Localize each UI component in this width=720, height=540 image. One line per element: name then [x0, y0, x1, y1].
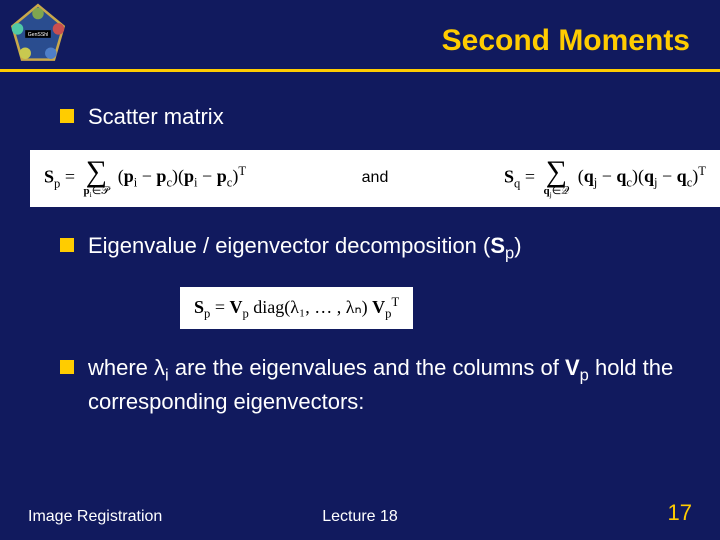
bullet-icon: [60, 360, 74, 374]
eq-symbol: S: [44, 166, 54, 186]
footer-left: Image Registration: [28, 508, 162, 526]
text-subscript: p: [505, 244, 514, 262]
bullet-item: Eigenvalue / eigenvector decomposition (…: [60, 231, 680, 265]
bullet-icon: [60, 109, 74, 123]
slide-title: Second Moments: [442, 24, 690, 58]
eq-symbol: V: [372, 297, 385, 317]
text-fragment: where λ: [88, 355, 165, 380]
slide-content: Scatter matrix Sp = ∑ pi∈𝒫 (pi − pc)(pi …: [0, 72, 720, 416]
bullet-item: where λi are the eigenvalues and the col…: [60, 353, 680, 416]
org-logo: GenSShl: [6, 2, 70, 66]
eq-subscript: p: [54, 176, 60, 190]
eq-symbol: S: [504, 166, 514, 186]
eq-and: and: [362, 169, 389, 187]
slide-header: GenSShl Second Moments: [0, 0, 720, 72]
summation-icon: ∑ qj∈𝒬: [543, 158, 569, 199]
text-symbol: S: [490, 233, 505, 258]
eq-subscript: p: [204, 306, 210, 320]
eq-superscript: T: [391, 295, 399, 309]
eq-symbol: V: [229, 297, 242, 317]
eq-body: (qj − qc)(qj − qc)T: [578, 166, 706, 186]
eq-subscript: q: [514, 176, 520, 190]
eq-diag: diag(λ₁, … , λₙ): [253, 297, 372, 317]
equation-scatter: Sp = ∑ pi∈𝒫 (pi − pc)(pi − pc)T and Sq =…: [30, 150, 720, 207]
eq-body: (pi − pc)(pi − pc)T: [118, 166, 246, 186]
eq-subscript: p: [242, 306, 248, 320]
text-subscript: p: [580, 367, 589, 385]
bullet-text: Eigenvalue / eigenvector decomposition (…: [88, 231, 680, 265]
bullet-item: Scatter matrix: [60, 102, 680, 132]
text-fragment: ): [514, 233, 521, 258]
bullet-icon: [60, 238, 74, 252]
logo-text: GenSShl: [28, 32, 48, 38]
text-symbol: V: [565, 355, 580, 380]
slide-footer: Image Registration Lecture 18 17: [0, 500, 720, 526]
equation-eigen: Sp = Vp diag(λ₁, … , λₙ) VpT: [180, 287, 413, 330]
eq-equals: =: [525, 166, 540, 186]
eq-symbol: S: [194, 297, 204, 317]
page-number: 17: [668, 500, 692, 526]
eq-equals: =: [215, 297, 230, 317]
summation-icon: ∑ pi∈𝒫: [83, 158, 109, 199]
bullet-text: Scatter matrix: [88, 102, 680, 132]
eq-equals: =: [65, 166, 80, 186]
text-fragment: Eigenvalue / eigenvector decomposition (: [88, 233, 490, 258]
text-fragment: are the eigenvalues and the columns of: [169, 355, 565, 380]
bullet-text: where λi are the eigenvalues and the col…: [88, 353, 680, 416]
footer-center: Lecture 18: [322, 508, 398, 526]
